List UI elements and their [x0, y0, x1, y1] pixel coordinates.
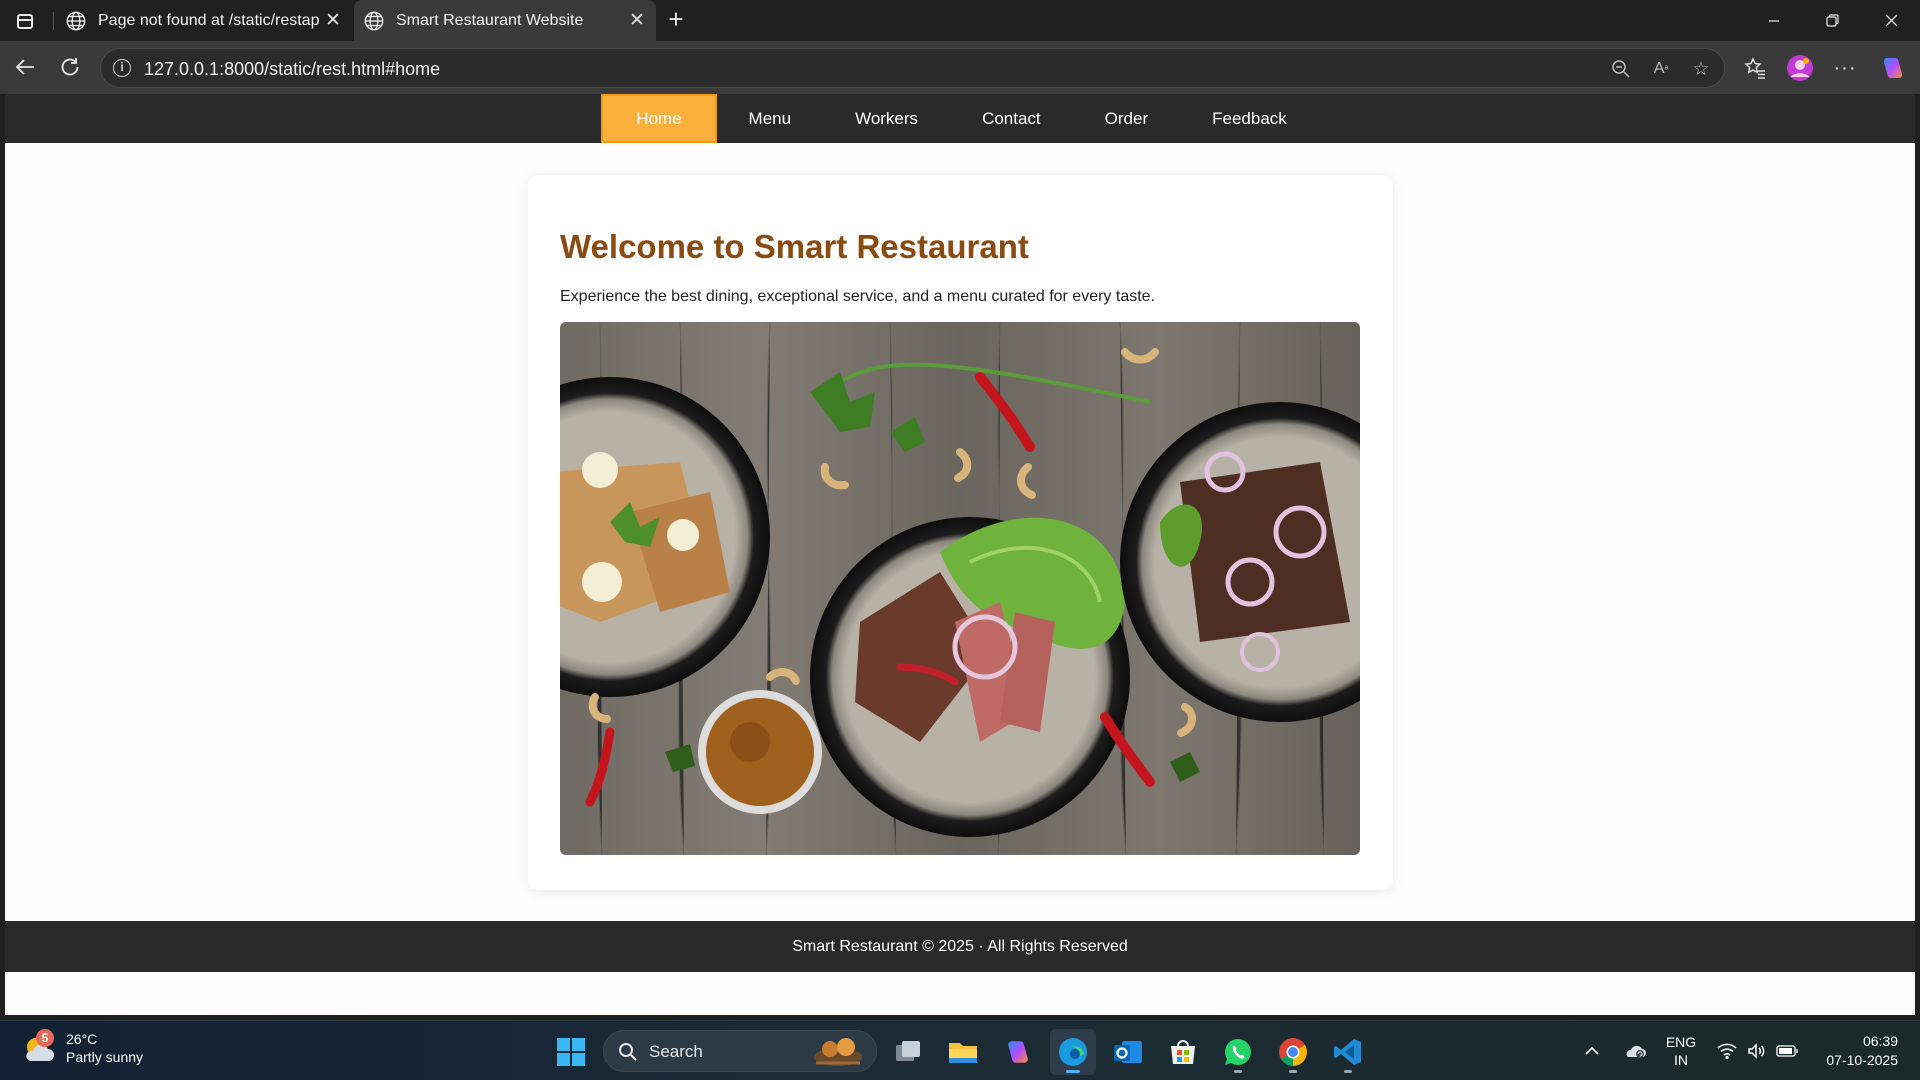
- tab-title: Page not found at /static/restapp: [98, 11, 320, 29]
- windows-start-icon[interactable]: [548, 1029, 594, 1075]
- page-viewport: Home Menu Workers Contact Order Feedback…: [5, 94, 1915, 1015]
- clock-time: 06:39: [1862, 1033, 1898, 1049]
- weather-condition: Partly sunny: [66, 1049, 144, 1065]
- edge-icon[interactable]: [1050, 1029, 1096, 1075]
- nav-menu[interactable]: Menu: [717, 94, 824, 143]
- clock-date: 07-10-2025: [1826, 1052, 1898, 1068]
- search-label: Search: [649, 1042, 703, 1061]
- favorites-icon[interactable]: [1740, 53, 1770, 83]
- lang-line1: ENG: [1665, 1034, 1697, 1050]
- nav-contact[interactable]: Contact: [950, 94, 1073, 143]
- taskbar-clock[interactable]: 06:39 07-10-2025: [1826, 1032, 1898, 1070]
- wifi-icon[interactable]: [1715, 1021, 1739, 1080]
- copilot-app-icon[interactable]: [995, 1029, 1041, 1075]
- close-tab-icon[interactable]: ✕: [320, 9, 346, 32]
- battery-icon[interactable]: [1774, 1021, 1800, 1080]
- search-icon: [619, 1043, 637, 1061]
- taskbar: 5 26°C Partly sunny Search ENG IN 06:39 …: [0, 1020, 1920, 1080]
- browser-tab-active[interactable]: Smart Restaurant Website ✕: [354, 0, 656, 41]
- new-tab-icon[interactable]: +: [662, 6, 690, 34]
- weather-temp: 26°C: [66, 1031, 98, 1047]
- nav-feedback[interactable]: Feedback: [1180, 94, 1319, 143]
- outlook-icon[interactable]: [1105, 1029, 1151, 1075]
- weather-badge: 5: [36, 1029, 54, 1047]
- whatsapp-icon[interactable]: [1215, 1029, 1261, 1075]
- weather-widget[interactable]: 5 26°C Partly sunny: [22, 1029, 144, 1066]
- profile-avatar[interactable]: [1785, 53, 1815, 83]
- restore-icon[interactable]: [1803, 0, 1861, 41]
- nav-workers[interactable]: Workers: [823, 94, 950, 143]
- close-tab-icon[interactable]: ✕: [624, 9, 650, 32]
- favorite-star-icon[interactable]: ☆: [1689, 57, 1713, 81]
- tagline: Experience the best dining, exceptional …: [560, 288, 1156, 305]
- home-card: Welcome to Smart Restaurant Experience t…: [528, 175, 1393, 890]
- show-hidden-icons[interactable]: [1580, 1021, 1604, 1080]
- search-highlight-icon: [814, 1038, 862, 1066]
- nav-home[interactable]: Home: [601, 94, 717, 143]
- tab-divider: [53, 12, 54, 30]
- site-info-icon[interactable]: i: [113, 59, 131, 77]
- minimize-icon[interactable]: [1745, 0, 1803, 41]
- zoom-out-icon[interactable]: [1609, 57, 1633, 81]
- tab-actions-icon[interactable]: [10, 8, 40, 34]
- footer-text: Smart Restaurant © 2025 · All Rights Res…: [792, 937, 1128, 955]
- onedrive-sync-icon[interactable]: [1620, 1021, 1650, 1080]
- browser-toolbar: i 127.0.0.1:8000/static/rest.html#home A…: [0, 41, 1920, 94]
- back-icon[interactable]: [9, 51, 41, 83]
- microsoft-store-icon[interactable]: [1160, 1029, 1206, 1075]
- volume-icon[interactable]: [1745, 1021, 1769, 1080]
- file-explorer-icon[interactable]: [940, 1029, 986, 1075]
- more-icon[interactable]: ···: [1830, 53, 1860, 83]
- vscode-icon[interactable]: [1325, 1029, 1371, 1075]
- close-window-icon[interactable]: [1862, 0, 1920, 41]
- tab-title: Smart Restaurant Website: [396, 11, 584, 29]
- globe-icon: [66, 11, 86, 30]
- site-navbar: Home Menu Workers Contact Order Feedback: [5, 94, 1915, 143]
- site-footer: Smart Restaurant © 2025 · All Rights Res…: [5, 921, 1915, 972]
- browser-tab-inactive[interactable]: Page not found at /static/restapp ✕: [56, 0, 352, 41]
- task-view-icon[interactable]: [885, 1029, 931, 1075]
- partly-sunny-icon: 5: [22, 1029, 56, 1065]
- read-aloud-icon[interactable]: Aᵃ: [1649, 57, 1673, 81]
- taskbar-search[interactable]: Search: [603, 1030, 877, 1072]
- nav-order[interactable]: Order: [1073, 94, 1180, 143]
- page-title: Welcome to Smart Restaurant: [560, 228, 1029, 265]
- browser-tab-bar: Page not found at /static/restapp ✕ Smar…: [0, 0, 1920, 41]
- refresh-icon[interactable]: [54, 51, 86, 83]
- chrome-icon[interactable]: [1270, 1029, 1316, 1075]
- globe-icon: [364, 11, 384, 30]
- lang-line2: IN: [1674, 1052, 1688, 1068]
- url-text: 127.0.0.1:8000/static/rest.html#home: [144, 59, 441, 79]
- hero-food-image: [560, 322, 1360, 855]
- address-bar[interactable]: i 127.0.0.1:8000/static/rest.html#home A…: [100, 48, 1725, 88]
- input-language[interactable]: ENG IN: [1660, 1021, 1702, 1080]
- copilot-icon[interactable]: [1878, 53, 1908, 83]
